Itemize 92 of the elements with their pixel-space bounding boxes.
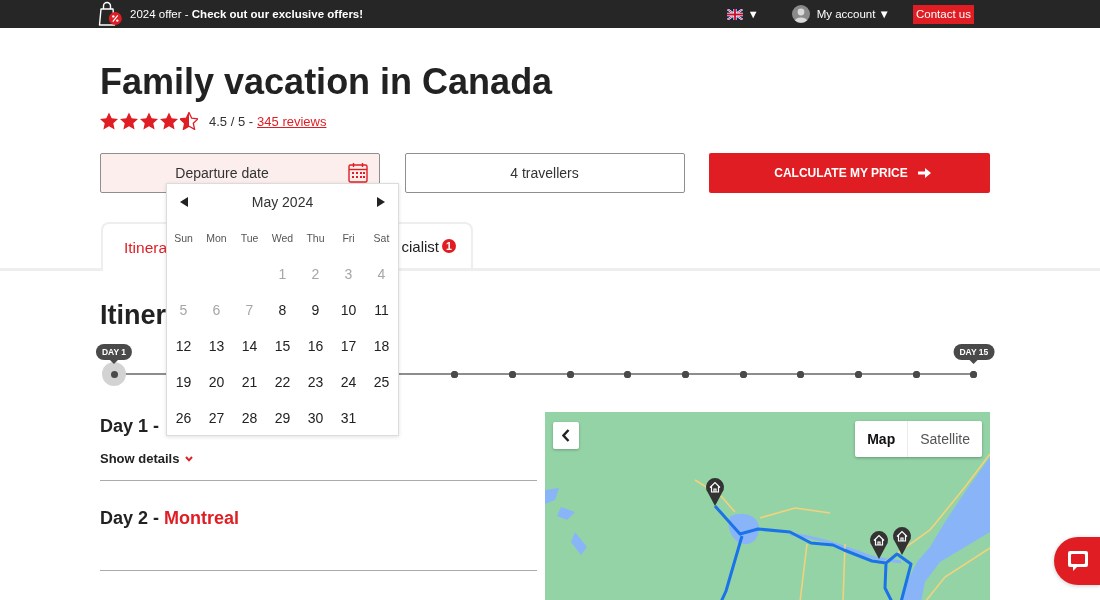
calendar-day[interactable]: 11 xyxy=(372,299,391,321)
timeline-stop[interactable] xyxy=(970,370,978,378)
lake xyxy=(557,507,575,520)
chevron-left-icon xyxy=(562,429,570,442)
shopping-bag-icon xyxy=(98,1,122,27)
road-line xyxy=(759,507,831,519)
calendar-day[interactable]: 18 xyxy=(371,335,392,357)
chat-button[interactable] xyxy=(1054,537,1100,585)
lake xyxy=(571,532,587,555)
travellers-field[interactable]: 4 travellers xyxy=(404,153,685,193)
weekday-label: Fri xyxy=(342,232,355,244)
calendar-day[interactable]: 29 xyxy=(272,407,293,429)
triangle-right-icon xyxy=(377,197,385,207)
calendar-day: 3 xyxy=(342,263,355,285)
timeline-stop[interactable] xyxy=(102,362,126,386)
offer-banner-text: 2024 offer - Check out our exclusive offers! xyxy=(130,8,364,20)
weekday-label: Sat xyxy=(373,232,390,244)
timeline-stop[interactable] xyxy=(739,370,747,378)
calendar-day[interactable]: 17 xyxy=(338,335,359,357)
contact-button[interactable]: Contact us xyxy=(913,4,974,24)
day-tooltip: DAY 1 xyxy=(95,344,133,364)
calendar-day[interactable]: 12 xyxy=(173,335,194,357)
calendar-day[interactable]: 27 xyxy=(206,407,227,429)
road-line xyxy=(842,543,846,600)
weekday-label: Wed xyxy=(271,232,294,244)
timeline-stop[interactable] xyxy=(681,370,689,378)
calendar-day: 2 xyxy=(309,263,322,285)
calendar-day[interactable]: 9 xyxy=(309,299,322,321)
calculate-price-button[interactable]: CALCULATE MY PRICE xyxy=(709,153,990,193)
timeline-stop[interactable] xyxy=(451,370,459,378)
show-details-button[interactable]: Show details xyxy=(100,449,194,469)
avatar-icon xyxy=(791,5,810,23)
calendar-day[interactable]: 16 xyxy=(305,335,326,357)
calendar-day[interactable]: 28 xyxy=(239,407,260,429)
house-pin-icon[interactable] xyxy=(706,478,724,506)
weekday-label: Tue xyxy=(240,232,259,244)
language-selector[interactable]: ▼ xyxy=(726,8,759,20)
house-pin-icon[interactable] xyxy=(870,531,888,559)
day-label: Day 1 - xyxy=(100,415,160,438)
page-title: Family vacation in Canada xyxy=(100,60,553,104)
calendar-day: 5 xyxy=(177,299,190,321)
calendar-day[interactable]: 25 xyxy=(371,371,392,393)
calendar-icon xyxy=(348,162,368,183)
section-heading: Itiner xyxy=(100,299,166,332)
calendar-day: 7 xyxy=(243,299,256,321)
calendar-day[interactable]: 23 xyxy=(305,371,326,393)
timeline-stop[interactable] xyxy=(508,370,516,378)
day-tooltip: DAY 15 xyxy=(953,344,995,364)
calendar-day: 1 xyxy=(276,263,289,285)
day-label: Day 2 - xyxy=(100,507,160,530)
timeline-stop[interactable] xyxy=(797,370,805,378)
road-line xyxy=(799,543,808,600)
calendar-day[interactable]: 24 xyxy=(338,371,359,393)
next-month-button[interactable] xyxy=(376,196,386,208)
calendar-day[interactable]: 30 xyxy=(305,407,326,429)
map-type-tab[interactable]: Map xyxy=(855,421,908,457)
calendar-day[interactable]: 26 xyxy=(173,407,194,429)
calendar-day[interactable]: 21 xyxy=(239,371,260,393)
lake xyxy=(728,513,759,545)
calendar-day[interactable]: 14 xyxy=(239,335,260,357)
weekday-label: Thu xyxy=(306,232,325,244)
calendar-day[interactable]: 20 xyxy=(206,371,227,393)
calendar-day[interactable]: 22 xyxy=(272,371,293,393)
arrow-right-icon xyxy=(917,167,931,179)
calendar-day[interactable]: 31 xyxy=(338,407,359,429)
timeline-stop[interactable] xyxy=(624,370,632,378)
calendar-day[interactable]: 8 xyxy=(276,299,289,321)
calendar-day[interactable]: 13 xyxy=(206,335,227,357)
timeline-stop[interactable] xyxy=(855,370,862,378)
count-badge: 1 xyxy=(442,239,456,253)
reviews-link[interactable]: 345 reviews xyxy=(257,113,327,129)
house-pin-icon[interactable] xyxy=(893,527,911,555)
calendar-day[interactable]: 15 xyxy=(272,335,293,357)
calendar-day: 6 xyxy=(210,299,223,321)
timeline-stop[interactable] xyxy=(912,370,920,378)
flag-icon xyxy=(726,8,743,20)
triangle-left-icon xyxy=(180,197,188,207)
calendar-day[interactable]: 10 xyxy=(338,299,359,321)
calendar-day[interactable]: 19 xyxy=(173,371,194,393)
weekday-label: Sun xyxy=(174,232,193,244)
map-back-button[interactable] xyxy=(553,422,579,449)
map-type-tab[interactable]: Satellite xyxy=(907,421,982,457)
weekday-label: Mon xyxy=(206,232,227,244)
previous-month-button[interactable] xyxy=(179,196,189,208)
chat-bubble-icon xyxy=(1067,550,1089,572)
timeline-stop[interactable] xyxy=(566,370,574,378)
rating-score: 4.5 / 5 - xyxy=(209,113,254,129)
place-name: Montreal xyxy=(164,507,240,530)
lake xyxy=(545,488,559,504)
chevron-down-icon xyxy=(185,456,194,462)
month-label: May 2024 xyxy=(251,194,314,210)
account-menu-button[interactable]: My account ▼ xyxy=(791,5,890,23)
